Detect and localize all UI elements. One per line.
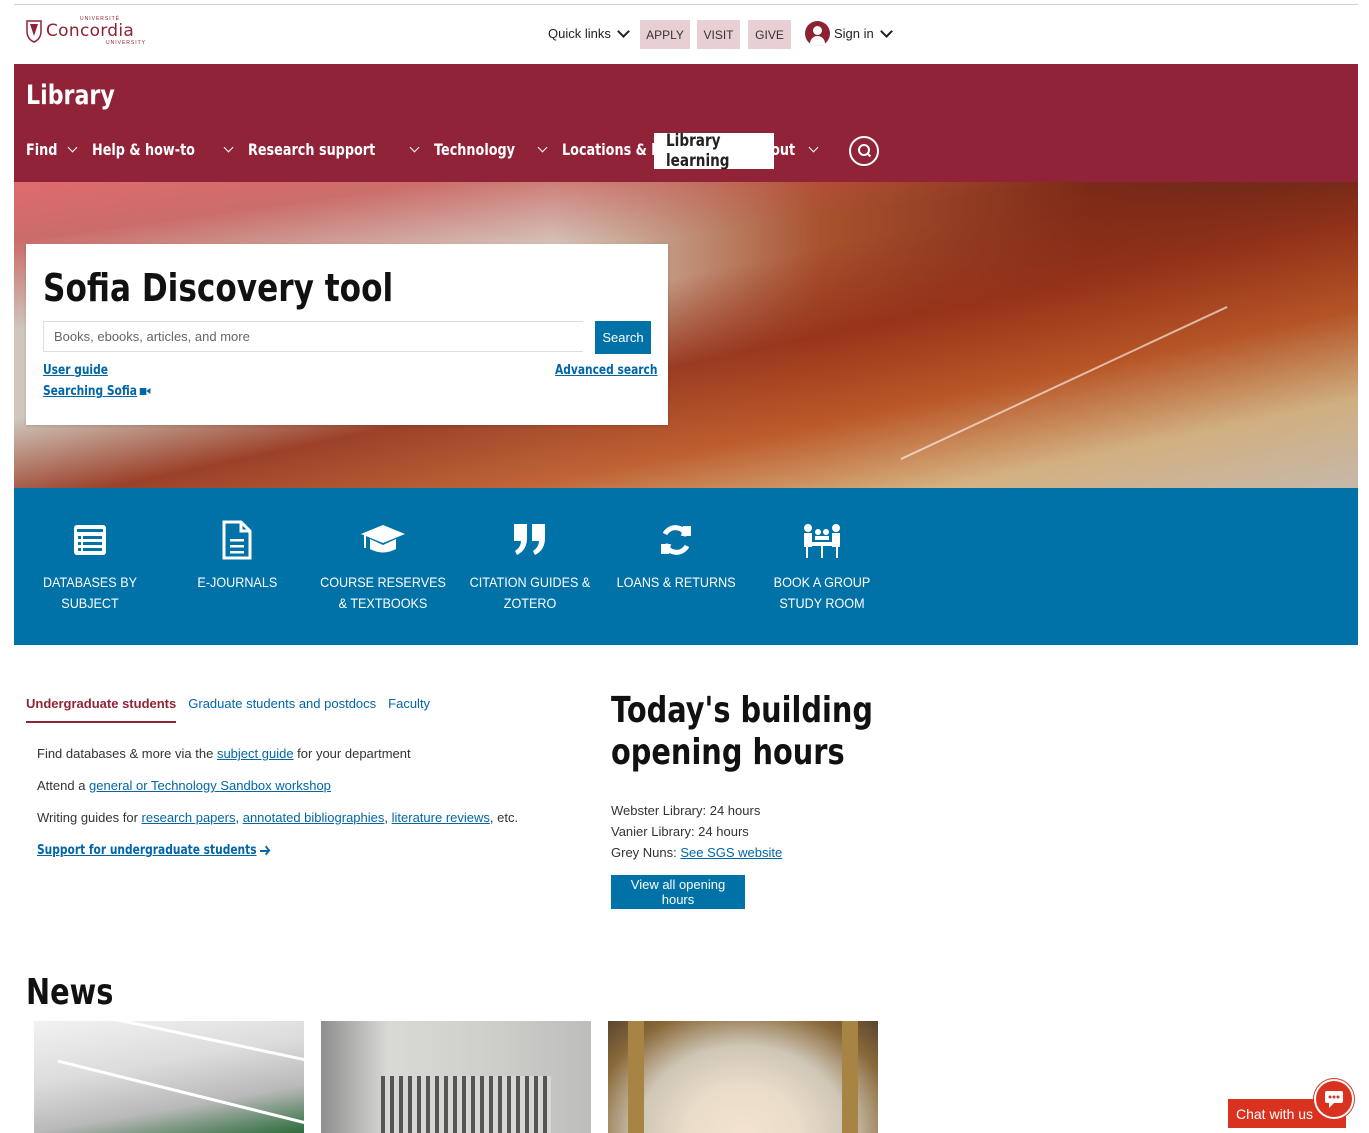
literature-reviews-link[interactable]: literature reviews (392, 810, 490, 825)
list-item: Attend a general or Technology Sandbox w… (37, 778, 331, 793)
sign-in-menu[interactable]: Sign in (805, 21, 893, 46)
quote-icon (457, 520, 603, 560)
concordia-logo[interactable]: Concordia UNIVERSITÉ UNIVERSITY (26, 14, 145, 48)
grey-nuns-hours: Grey Nuns: See SGS website (611, 845, 783, 860)
searching-sofia-link[interactable]: Searching Sofia (43, 384, 151, 399)
sofia-search-button[interactable]: Search (595, 321, 651, 354)
news-title: News (26, 972, 114, 1013)
tab-panel-undergraduate: Find databases & more via the subject gu… (37, 746, 518, 875)
chevron-down-icon (537, 142, 548, 153)
meeting-icon (749, 520, 895, 560)
chevron-down-icon (879, 25, 893, 38)
webster-hours: Webster Library: 24 hours (611, 803, 761, 818)
chevron-down-icon (409, 142, 420, 153)
quick-links-label: Quick links (548, 26, 611, 41)
library-title[interactable]: Library (26, 80, 115, 111)
news-card-image[interactable] (34, 1021, 304, 1133)
course-reserves-link[interactable]: COURSE RESERVES & TEXTBOOKS (310, 520, 456, 614)
sofia-title: Sofia Discovery tool (43, 266, 394, 310)
list-icon (17, 520, 163, 560)
e-journals-link[interactable]: E-JOURNALS (164, 520, 310, 593)
refresh-icon (603, 520, 749, 560)
quick-links-menu[interactable]: Quick links (548, 25, 630, 41)
loans-returns-link[interactable]: LOANS & RETURNS (603, 520, 749, 593)
news-card-image[interactable] (321, 1021, 591, 1133)
top-divider (14, 4, 1358, 5)
chevron-down-icon (616, 25, 630, 38)
advanced-search-link[interactable]: Advanced search (555, 363, 657, 378)
news-card-image[interactable] (608, 1021, 878, 1133)
vanier-hours: Vanier Library: 24 hours (611, 824, 749, 839)
databases-by-subject-link[interactable]: DATABASES BY SUBJECT (17, 520, 163, 614)
sofia-search-input[interactable] (43, 321, 583, 352)
tab-graduate[interactable]: Graduate students and postdocs (188, 696, 376, 723)
chevron-down-icon (223, 142, 234, 153)
logo-top-text: UNIVERSITÉ (80, 16, 121, 22)
tab-undergraduate[interactable]: Undergraduate students (26, 696, 177, 723)
audience-tabs: Undergraduate students Graduate students… (26, 696, 442, 723)
video-icon (139, 388, 151, 395)
library-learning-button[interactable]: Library learning (654, 131, 774, 171)
nav-find[interactable]: Find (26, 140, 78, 159)
user-guide-link[interactable]: User guide (43, 363, 108, 378)
logo-bottom-text: UNIVERSITY (106, 40, 147, 46)
workshop-link[interactable]: general or Technology Sandbox workshop (89, 778, 331, 793)
logo-text: Concordia (46, 21, 135, 41)
annotated-bibliographies-link[interactable]: annotated bibliographies (243, 810, 385, 825)
give-button[interactable]: GIVE (748, 20, 791, 49)
library-header: Library Find Help & how-to Research supp… (14, 64, 1358, 182)
list-item: Find databases & more via the subject gu… (37, 746, 411, 761)
graduation-cap-icon (310, 520, 456, 560)
chevron-down-icon (808, 142, 819, 153)
citation-guides-link[interactable]: CITATION GUIDES & ZOTERO (457, 520, 603, 614)
nav-research-support[interactable]: Research support (248, 140, 420, 159)
document-icon (164, 520, 310, 560)
chat-bubble-icon[interactable] (1314, 1079, 1354, 1119)
hours-title: Today's building opening hours (611, 690, 873, 773)
sgs-website-link[interactable]: See SGS website (680, 845, 782, 860)
chevron-down-icon (67, 142, 78, 153)
hours-list: Webster Library: 24 hours Vanier Library… (611, 800, 782, 863)
subject-guide-link[interactable]: subject guide (217, 746, 294, 761)
tab-faculty[interactable]: Faculty (388, 696, 430, 723)
research-papers-link[interactable]: research papers (142, 810, 236, 825)
sign-in-label: Sign in (834, 26, 874, 41)
apply-button[interactable]: APPLY (640, 20, 690, 49)
quick-access-band: DATABASES BY SUBJECT E-JOURNALS COURSE R… (14, 488, 1358, 645)
nav-help-how-to[interactable]: Help & how-to (92, 140, 234, 159)
list-item: Writing guides for research papers, anno… (37, 810, 519, 825)
nav-technology[interactable]: Technology (434, 140, 548, 159)
shield-icon (26, 20, 42, 43)
sofia-search-panel: Sofia Discovery tool Search User guide A… (26, 244, 668, 425)
group-study-room-link[interactable]: BOOK A GROUP STUDY ROOM (749, 520, 895, 614)
search-icon[interactable] (849, 136, 879, 166)
visit-button[interactable]: VISIT (697, 20, 740, 49)
support-undergraduate-link[interactable]: Support for undergraduate students (37, 842, 518, 858)
view-opening-hours-button[interactable]: View all opening hours (611, 875, 745, 909)
arrow-right-icon (259, 849, 269, 852)
user-icon (805, 21, 830, 46)
